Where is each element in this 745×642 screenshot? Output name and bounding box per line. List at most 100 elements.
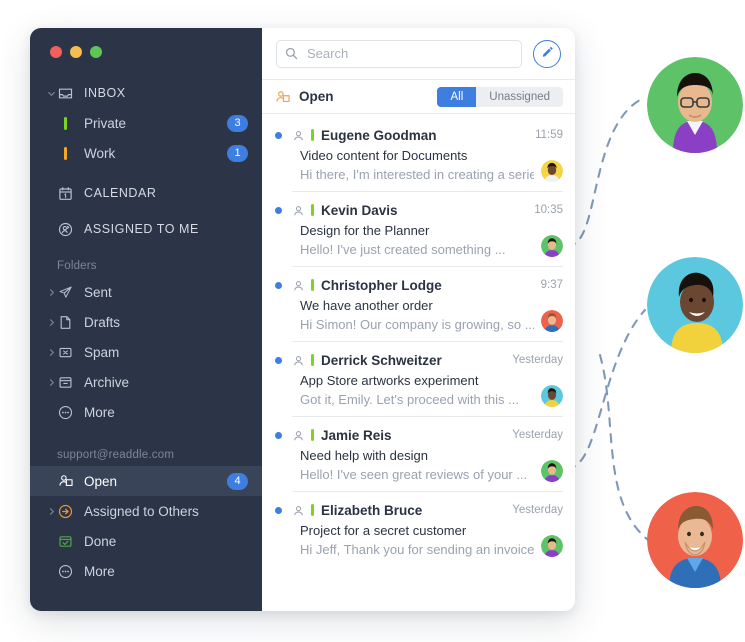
send-icon: [58, 285, 80, 300]
sidebar-item-spam[interactable]: Spam: [30, 337, 262, 367]
unread-indicator: [275, 206, 282, 214]
sidebar-item-label: Assigned to Others: [84, 503, 199, 519]
message-row[interactable]: Eugene Goodman 11:59 Video content for D…: [262, 116, 575, 191]
inbox-icon: [58, 86, 80, 101]
sidebar-item-sent[interactable]: Sent: [30, 277, 262, 307]
private-tag-icon: [58, 116, 80, 130]
work-badge: 1: [227, 144, 248, 162]
message-preview: Hi Jeff, Thank you for sending an invoic…: [300, 542, 534, 557]
connector-to-coral: [598, 353, 650, 542]
chevron-right-icon[interactable]: [44, 288, 58, 297]
message-subject: Project for a secret customer: [300, 523, 467, 538]
sidebar-item-label: Work: [84, 145, 116, 161]
message-preview: Hello! I've just created something ...: [300, 242, 506, 257]
filter-segmented-control: All Unassigned: [437, 86, 563, 107]
sidebar-item-calendar[interactable]: CALENDAR: [30, 178, 262, 208]
message-row[interactable]: Jamie Reis Yesterday Need help with desi…: [262, 416, 575, 491]
person-icon: [293, 430, 305, 441]
filter-unassigned-button[interactable]: Unassigned: [476, 86, 563, 107]
sidebar-item-assigned-to-others[interactable]: Assigned to Others: [30, 496, 262, 526]
message-tag: [311, 504, 314, 516]
message-time: 9:37: [540, 279, 563, 291]
message-row[interactable]: Derrick Schweitzer Yesterday App Store a…: [262, 341, 575, 416]
message-subject: Video content for Documents: [300, 148, 468, 163]
message-tag: [311, 429, 314, 441]
chevron-down-icon[interactable]: [44, 89, 58, 98]
chevron-right-icon[interactable]: [44, 348, 58, 357]
connector-to-green: [565, 98, 642, 247]
more-icon: [58, 405, 80, 420]
message-time: Yesterday: [512, 429, 563, 441]
message-subject: Need help with design: [300, 448, 428, 463]
message-subject: We have another order: [300, 298, 433, 313]
message-preview: Hello! I've seen great reviews of your .…: [300, 467, 528, 482]
person-icon: [293, 280, 305, 291]
chevron-right-icon[interactable]: [44, 507, 58, 516]
sidebar-item-archive[interactable]: Archive: [30, 367, 262, 397]
sidebar-item-label: More: [84, 563, 115, 579]
sidebar-item-account-more[interactable]: More: [30, 556, 262, 586]
message-time: 11:59: [535, 129, 563, 141]
avatar-cyan: [647, 257, 743, 353]
sidebar-item-open[interactable]: Open 4: [30, 466, 262, 496]
message-time: Yesterday: [512, 354, 563, 366]
message-row[interactable]: Kevin Davis 10:35 Design for the Planner…: [262, 191, 575, 266]
message-preview: Got it, Emily. Let's proceed with this .…: [300, 392, 519, 407]
compose-button[interactable]: [533, 39, 561, 68]
sidebar-item-work[interactable]: Work 1: [30, 138, 262, 168]
sidebar-item-label: CALENDAR: [84, 186, 157, 200]
unread-indicator: [275, 131, 282, 139]
spam-icon: [58, 345, 80, 360]
open-assign-icon: [58, 473, 80, 489]
message-tag: [311, 129, 314, 141]
message-subject: App Store artworks experiment: [300, 373, 479, 388]
close-window-button[interactable]: [50, 46, 62, 58]
person-icon: [293, 505, 305, 516]
avatar: [541, 310, 563, 332]
message-row[interactable]: Elizabeth Bruce Yesterday Project for a …: [262, 491, 575, 566]
message-list-panel: Open All Unassigned Eugene Goodman 11:59: [262, 28, 575, 611]
sidebar-item-folders-more[interactable]: More: [30, 397, 262, 427]
avatar: [541, 160, 563, 182]
sidebar-item-drafts[interactable]: Drafts: [30, 307, 262, 337]
message-subject: Design for the Planner: [300, 223, 430, 238]
sender-name: Jamie Reis: [321, 427, 392, 443]
avatar-coral: [647, 492, 743, 588]
sidebar-item-private[interactable]: Private 3: [30, 108, 262, 138]
avatar: [541, 385, 563, 407]
avatar: [541, 535, 563, 557]
message-list: Eugene Goodman 11:59 Video content for D…: [262, 114, 575, 611]
minimize-window-button[interactable]: [70, 46, 82, 58]
more-icon: [58, 564, 80, 579]
sender-name: Eugene Goodman: [321, 127, 437, 143]
maximize-window-button[interactable]: [90, 46, 102, 58]
sidebar-item-assigned-to-me[interactable]: ASSIGNED TO ME: [30, 214, 262, 244]
sidebar-item-label: Drafts: [84, 314, 121, 330]
unread-indicator: [275, 506, 282, 514]
chevron-right-icon[interactable]: [44, 378, 58, 387]
message-tag: [311, 354, 314, 366]
assigned-to-me-icon: [58, 222, 80, 237]
sidebar-item-done[interactable]: Done: [30, 526, 262, 556]
search-field-wrapper[interactable]: [276, 39, 522, 68]
message-row[interactable]: Christopher Lodge 9:37 We have another o…: [262, 266, 575, 341]
search-bar: [262, 28, 575, 80]
archive-icon: [58, 375, 80, 390]
sender-name: Christopher Lodge: [321, 277, 442, 293]
chevron-right-icon[interactable]: [44, 318, 58, 327]
sidebar-top-section: INBOX Private 3 Work 1 CALENDAR ASSIGNED…: [30, 78, 262, 244]
message-tag: [311, 204, 314, 216]
sidebar-item-inbox[interactable]: INBOX: [30, 78, 262, 108]
sidebar: INBOX Private 3 Work 1 CALENDAR ASSIGNED…: [30, 28, 262, 611]
message-preview: Hi there, I'm interested in creating a s…: [300, 167, 534, 182]
message-tag: [311, 279, 314, 291]
folders-group-title: Folders: [57, 260, 97, 272]
avatar: [541, 235, 563, 257]
sidebar-item-label: Sent: [84, 284, 112, 300]
done-check-icon: [58, 534, 80, 549]
sender-name: Elizabeth Bruce: [321, 502, 423, 518]
open-assign-icon: [275, 89, 295, 105]
filter-all-button[interactable]: All: [437, 86, 477, 107]
search-input[interactable]: [305, 45, 513, 62]
sender-name: Kevin Davis: [321, 202, 398, 218]
